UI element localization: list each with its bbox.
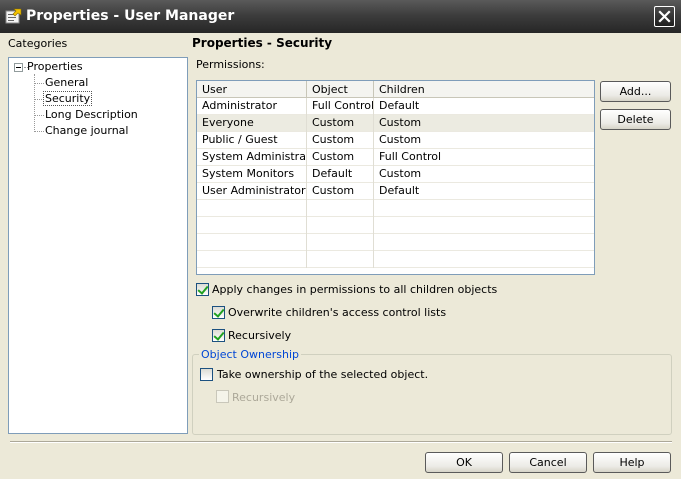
take-ownership-label[interactable]: Take ownership of the selected object. [217, 368, 428, 381]
title-bar[interactable]: Properties - User Manager [0, 0, 681, 33]
close-button[interactable] [654, 6, 675, 27]
section-title: Properties - Security [192, 36, 333, 50]
categories-label: Categories [8, 37, 68, 50]
table-row[interactable]: User Administrators Custom Default [197, 183, 594, 200]
tree-connector [35, 131, 44, 132]
cell-user: User Administrators [197, 183, 307, 200]
cell-object: Custom [307, 149, 374, 166]
ownership-recursively-label: Recursively [232, 391, 296, 404]
add-button[interactable]: Add... [600, 81, 671, 102]
recursively-label[interactable]: Recursively [228, 329, 291, 342]
recursively-checkbox[interactable] [212, 329, 225, 342]
tree-item-properties[interactable]: Properties [27, 60, 83, 73]
tree-item-change-journal[interactable]: Change journal [45, 124, 128, 137]
properties-dialog: Properties - User Manager Categories Pro… [0, 0, 681, 479]
tree-item-long-description[interactable]: Long Description [45, 108, 138, 121]
cancel-button[interactable]: Cancel [509, 452, 587, 473]
cell-children: Full Control [379, 150, 442, 163]
object-ownership-title: Object Ownership [199, 348, 301, 361]
permissions-label: Permissions: [196, 58, 265, 71]
cell-object: Custom [307, 132, 374, 149]
table-row[interactable]: System Monitors Default Custom [197, 166, 594, 183]
cell-user: System Administrators [197, 149, 307, 166]
tree-collapse-icon[interactable] [14, 63, 23, 72]
table-row[interactable]: Everyone Custom Custom [197, 115, 594, 132]
cell-object: Custom [307, 115, 374, 132]
properties-app-icon [5, 8, 22, 24]
overwrite-acl-label[interactable]: Overwrite children's access control list… [228, 306, 446, 319]
cell-children: Default [379, 184, 420, 197]
table-row[interactable]: Administrator Full Control Default [197, 98, 594, 115]
cell-children: Default [379, 99, 420, 112]
cell-object: Custom [307, 183, 374, 200]
ownership-recursively-checkbox[interactable] [216, 390, 229, 403]
apply-children-checkbox[interactable] [196, 283, 209, 296]
empty-row [197, 234, 594, 251]
column-header-user[interactable]: User [197, 81, 307, 98]
cell-user: System Monitors [197, 166, 307, 183]
table-row[interactable]: System Administrators Custom Full Contro… [197, 149, 594, 166]
cell-user: Public / Guest [197, 132, 307, 149]
empty-row [197, 251, 594, 268]
take-ownership-checkbox[interactable] [200, 368, 213, 381]
cell-children: Custom [379, 133, 422, 146]
column-header-children[interactable]: Children [374, 81, 594, 98]
footer-separator [10, 441, 672, 443]
cell-object: Full Control [307, 98, 374, 115]
tree-item-security[interactable]: Security [43, 91, 93, 106]
cell-user: Everyone [197, 115, 307, 132]
tree-connector [35, 115, 44, 116]
permissions-table[interactable]: User Object Children Administrator Full … [196, 80, 595, 275]
tree-item-general[interactable]: General [45, 76, 88, 89]
cell-children: Custom [379, 167, 422, 180]
cell-user: Administrator [197, 98, 307, 115]
overwrite-acl-checkbox[interactable] [212, 306, 225, 319]
empty-row [197, 217, 594, 234]
categories-tree[interactable]: Properties General Security Long Descrip… [8, 57, 188, 434]
apply-children-label[interactable]: Apply changes in permissions to all chil… [212, 283, 497, 296]
cell-object: Default [307, 166, 374, 183]
delete-button[interactable]: Delete [600, 109, 671, 130]
ok-button[interactable]: OK [425, 452, 503, 473]
window-title: Properties - User Manager [26, 8, 235, 24]
column-header-object[interactable]: Object [307, 81, 374, 98]
table-header: User Object Children [197, 81, 594, 98]
table-row[interactable]: Public / Guest Custom Custom [197, 132, 594, 149]
tree-connector [35, 83, 44, 84]
close-icon [658, 10, 671, 23]
empty-row [197, 200, 594, 217]
cell-children: Custom [379, 116, 422, 129]
help-button[interactable]: Help [593, 452, 671, 473]
